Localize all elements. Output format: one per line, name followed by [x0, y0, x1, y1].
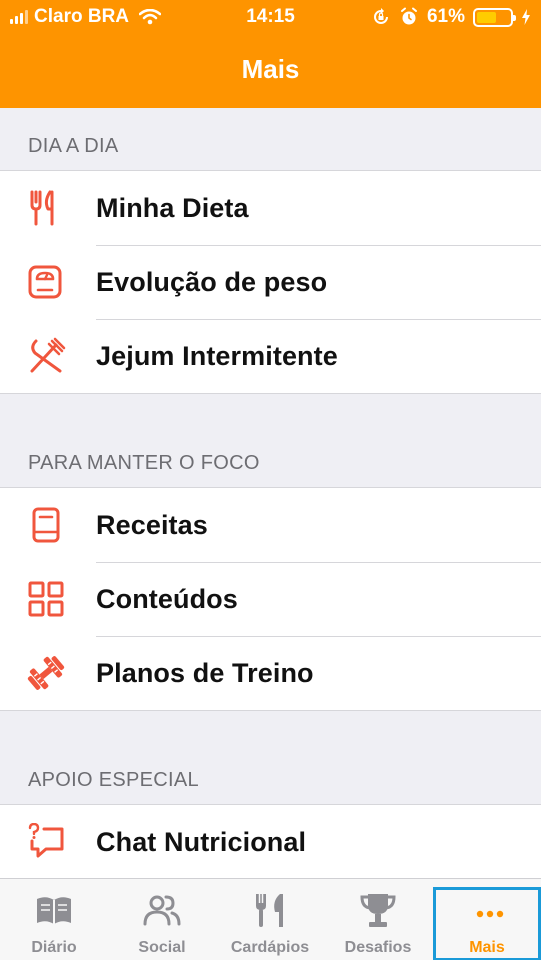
menu-item-planos-de-treino[interactable]: Planos de Treino: [0, 636, 541, 710]
alarm-icon: [400, 7, 417, 25]
tab-label: Mais: [469, 939, 505, 956]
menu-item-label: Planos de Treino: [96, 657, 314, 688]
chat-question-icon: [28, 823, 64, 858]
menu-item-label: Chat Nutricional: [96, 826, 307, 857]
menu-item-label: Minha Dieta: [96, 192, 249, 223]
section-header-apoio-especial: APOIO ESPECIAL: [28, 769, 199, 791]
fork-knife-icon: [256, 894, 283, 927]
crossed-utensils-icon: [30, 337, 66, 373]
section-header-dia-a-dia: DIA A DIA: [28, 135, 119, 157]
section-group-dia-a-dia: Minha Dieta Evolução de peso Jejum Inter…: [0, 170, 541, 394]
rotation-lock-icon: [374, 8, 388, 24]
navigation-header: Claro BRA 14:15 61% Mais: [0, 0, 541, 108]
page-title: Mais: [241, 54, 300, 84]
more-dots-icon: [476, 910, 504, 918]
scale-icon: [28, 265, 62, 299]
fork-knife-icon: [30, 190, 54, 226]
tab-label: Diário: [31, 939, 77, 956]
battery-icon: [473, 7, 516, 27]
menu-item-label: Evolução de peso: [96, 266, 328, 297]
dumbbell-icon: [27, 656, 65, 690]
section-group-apoio-especial: Chat Nutricional: [0, 804, 541, 878]
menu-item-jejum-intermitente[interactable]: Jejum Intermitente: [0, 319, 541, 393]
tab-cardapios[interactable]: Cardápios: [216, 879, 324, 960]
battery-percentage: 61%: [426, 6, 465, 27]
menu-item-evolucao-de-peso[interactable]: Evolução de peso: [0, 245, 541, 319]
tab-bar: Diário Social Cardápios Desafios Mais: [0, 878, 541, 960]
status-bar: Claro BRA 14:15 61%: [0, 0, 541, 36]
menu-item-receitas[interactable]: Receitas: [0, 488, 541, 562]
people-icon: [143, 895, 181, 926]
trophy-icon: [360, 894, 396, 927]
tab-social[interactable]: Social: [108, 879, 216, 960]
book-icon: [32, 507, 60, 543]
charging-bolt-icon: [522, 9, 530, 25]
tab-label: Cardápios: [230, 939, 310, 956]
tab-label: Social: [138, 939, 186, 956]
menu-item-minha-dieta[interactable]: Minha Dieta: [0, 171, 541, 245]
menu-item-label: Receitas: [96, 509, 208, 540]
section-header-para-manter-o-foco: PARA MANTER O FOCO: [28, 452, 260, 474]
tab-label: Desafios: [344, 939, 412, 956]
tab-mais[interactable]: Mais: [433, 887, 541, 960]
grid-icon: [28, 581, 64, 617]
menu-item-conteudos[interactable]: Conteúdos: [0, 562, 541, 636]
menu-item-label: Conteúdos: [96, 583, 238, 614]
menu-item-chat-nutricional[interactable]: Chat Nutricional: [0, 805, 541, 879]
section-group-para-manter-o-foco: Receitas Conteúdos Planos de Treino: [0, 487, 541, 711]
menu-item-label: Jejum Intermitente: [96, 340, 338, 371]
book-icon: [37, 897, 71, 924]
tab-desafios[interactable]: Desafios: [324, 879, 432, 960]
tab-diario[interactable]: Diário: [0, 879, 108, 960]
